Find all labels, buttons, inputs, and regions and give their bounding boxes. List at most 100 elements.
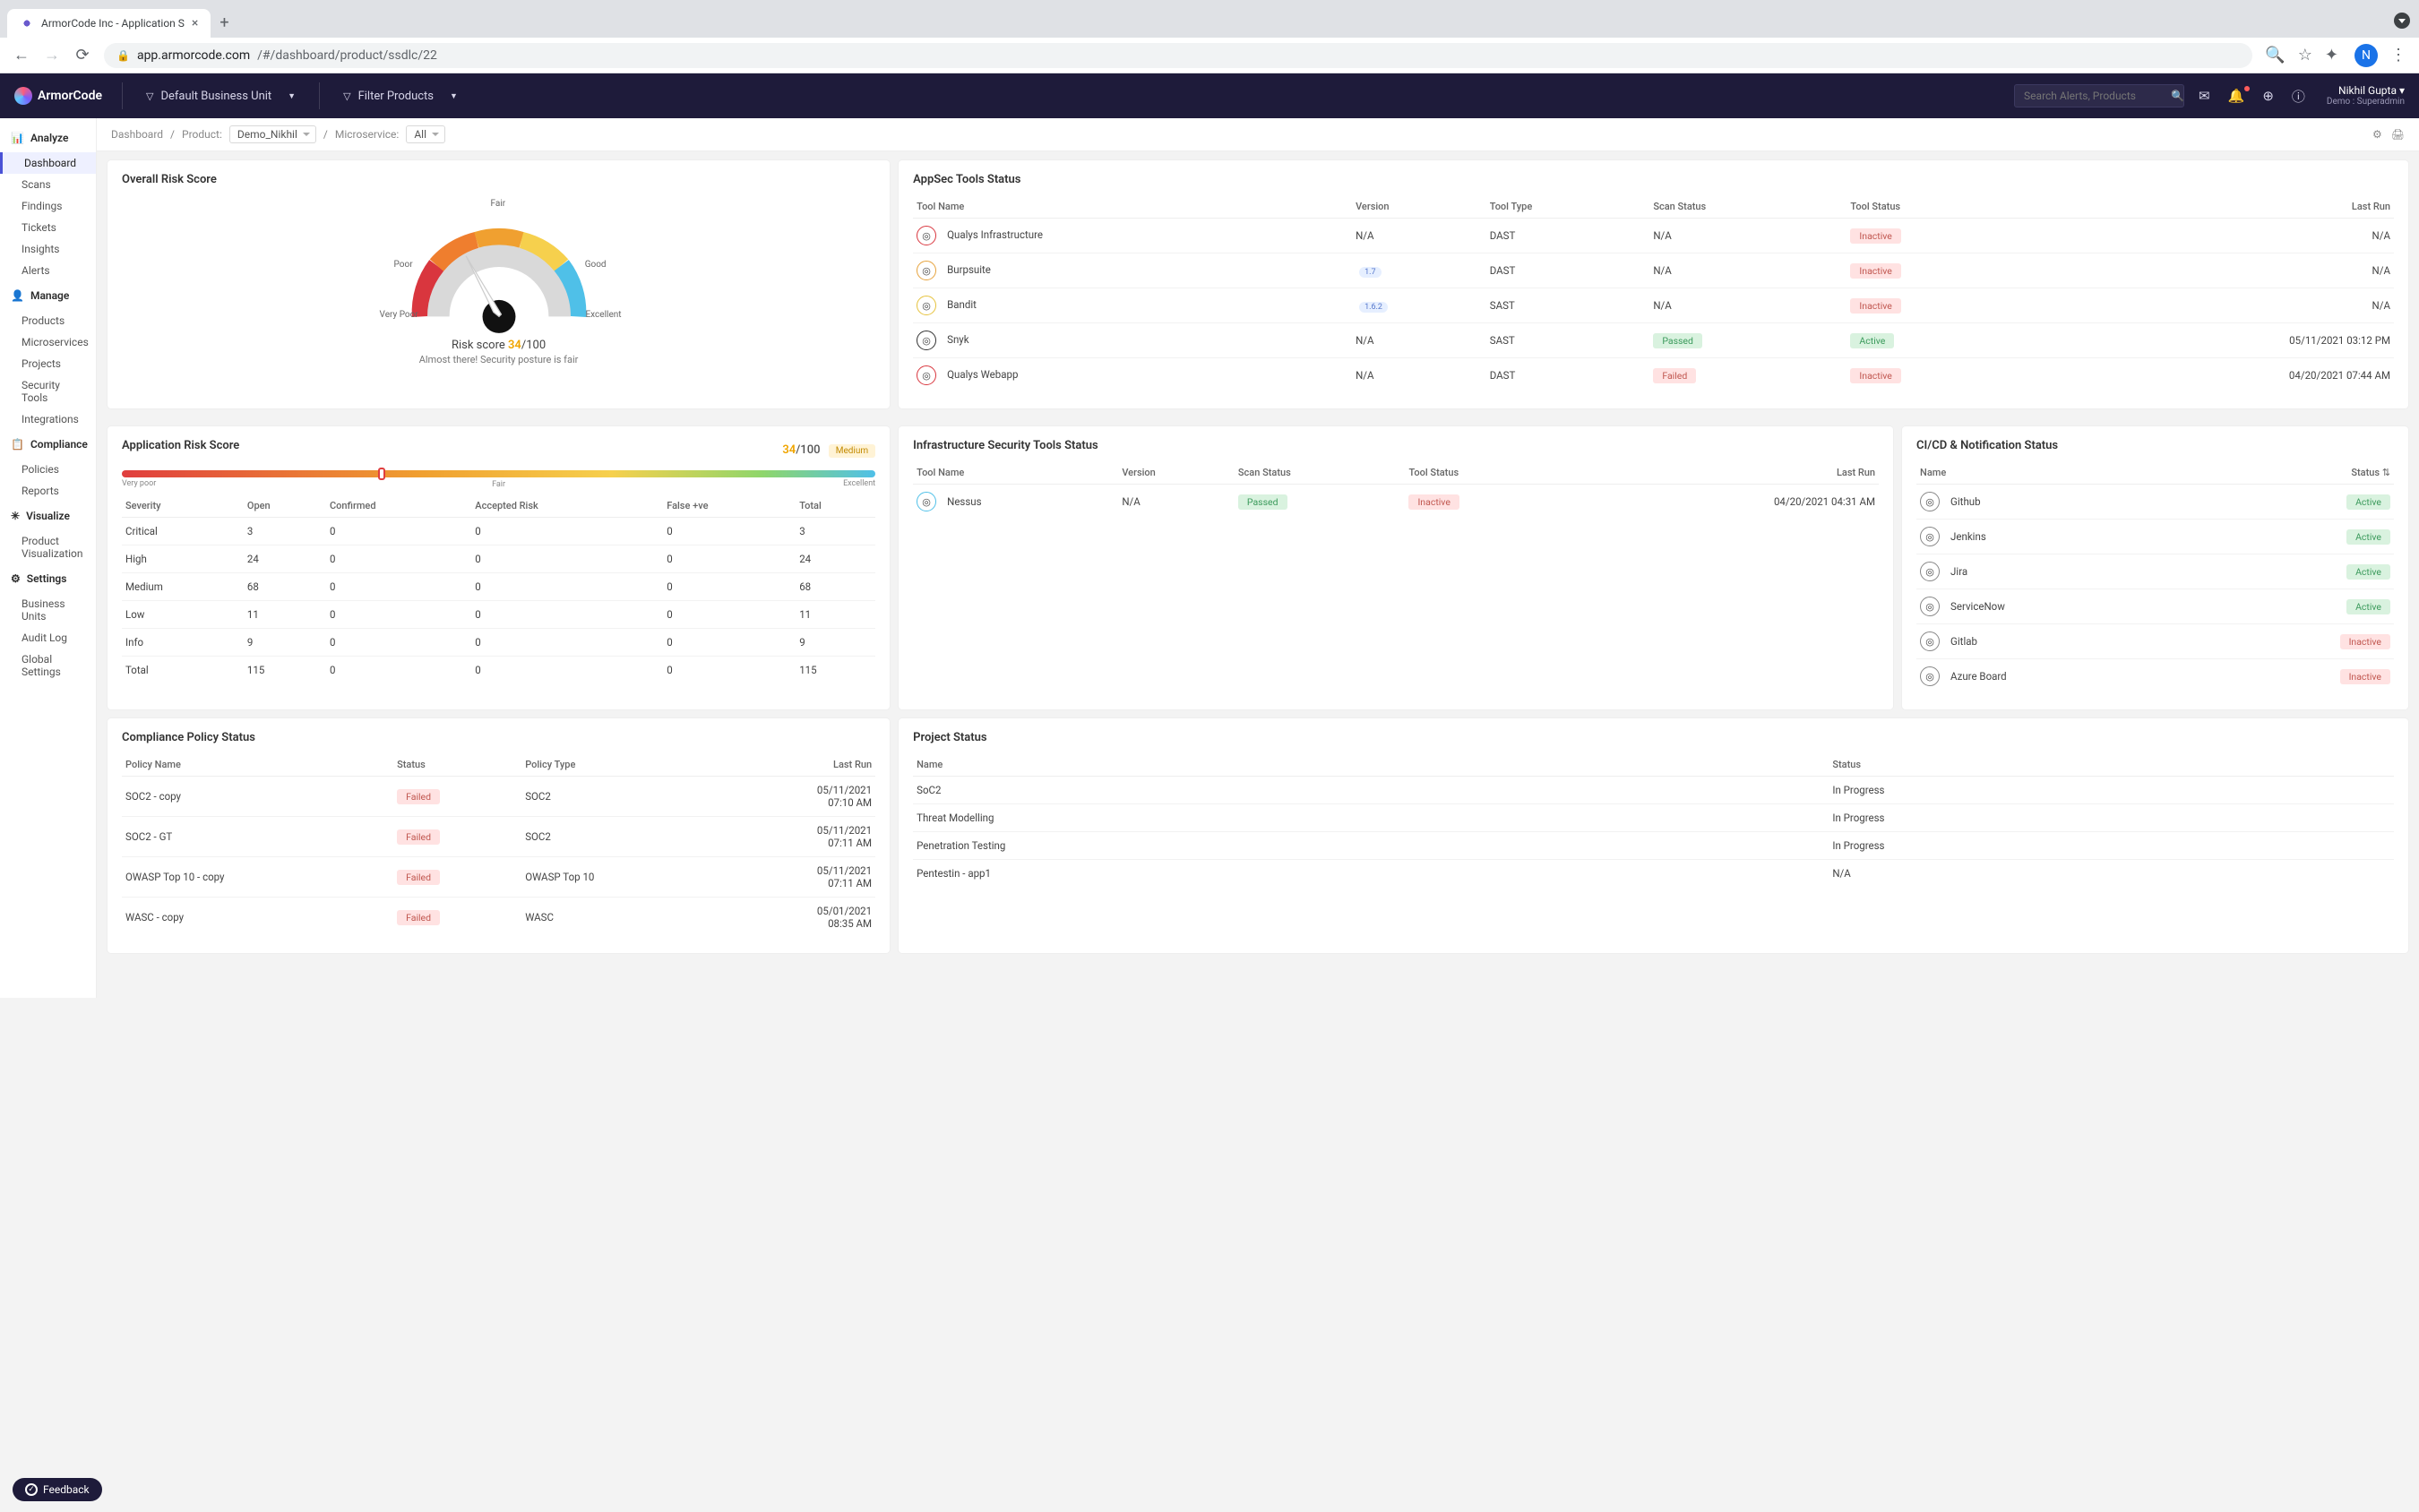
table-row[interactable]: OWASP Top 10 - copyFailedOWASP Top 1005/… (122, 857, 875, 898)
forward-button[interactable]: → (43, 46, 61, 64)
back-button[interactable]: ← (13, 46, 30, 64)
column-header[interactable]: Tool Status (1847, 195, 2036, 219)
sidebar-item-security-tools[interactable]: Security Tools (0, 374, 96, 408)
sidebar-item-business-units[interactable]: Business Units (0, 593, 96, 627)
column-header[interactable]: Tool Name (913, 195, 1352, 219)
sidebar-item-products[interactable]: Products (0, 310, 96, 331)
table-row[interactable]: ◎NessusN/APassedInactive04/20/2021 04:31… (913, 485, 1879, 520)
brand-logo[interactable]: ArmorCode (14, 87, 102, 105)
sidebar-item-scans[interactable]: Scans (0, 174, 96, 195)
user-menu[interactable]: Nikhil Gupta ▾ Demo : Superadmin (2327, 84, 2405, 107)
sidebar-group-analyze[interactable]: 📊Analyze (0, 124, 96, 152)
table-row[interactable]: ◎JiraActive (1916, 554, 2394, 589)
column-header[interactable]: Tool Status (1405, 461, 1570, 485)
sidebar-group-compliance[interactable]: 📋Compliance (0, 430, 96, 459)
sidebar-item-reports[interactable]: Reports (0, 480, 96, 502)
microservice-select[interactable]: All (406, 125, 445, 143)
search-icon[interactable]: 🔍 (2171, 90, 2184, 102)
column-header[interactable]: Confirmed (326, 494, 471, 518)
column-header[interactable]: Severity (122, 494, 244, 518)
column-header[interactable]: Tool Name (913, 461, 1118, 485)
close-icon[interactable]: × (192, 16, 198, 30)
table-row[interactable]: ◎ServiceNowActive (1916, 589, 2394, 624)
column-header[interactable]: Scan Status (1235, 461, 1406, 485)
sidebar-item-integrations[interactable]: Integrations (0, 408, 96, 430)
feedback-button[interactable]: ✓ Feedback (13, 1478, 102, 1501)
help-icon[interactable]: ⊕ (2259, 88, 2277, 104)
search-input[interactable] (2024, 90, 2164, 102)
sidebar-group-manage[interactable]: 👤Manage (0, 281, 96, 310)
bell-icon[interactable]: 🔔 (2225, 88, 2249, 104)
table-row[interactable]: ◎Qualys WebappN/ADASTFailedInactive04/20… (913, 358, 2394, 393)
policy-link[interactable]: WASC - copy (122, 898, 393, 938)
zoom-icon[interactable]: 🔍 (2265, 46, 2285, 64)
gear-icon[interactable]: ⚙ (2372, 128, 2382, 141)
global-search[interactable]: 🔍 (2014, 84, 2184, 107)
sidebar-item-projects[interactable]: Projects (0, 353, 96, 374)
reload-button[interactable]: ⟳ (73, 46, 91, 64)
print-icon[interactable]: 🖨 (2391, 128, 2405, 141)
info-icon[interactable]: ⓘ (2288, 87, 2309, 106)
breadcrumb-root[interactable]: Dashboard (111, 128, 163, 141)
table-row[interactable]: Threat ModellingIn Progress (913, 804, 2394, 832)
table-row[interactable]: ◎JenkinsActive (1916, 520, 2394, 554)
address-bar[interactable]: 🔒 app.armorcode.com/#/dashboard/product/… (104, 43, 2252, 68)
column-header[interactable]: False +ve (663, 494, 796, 518)
table-row[interactable]: ◎Qualys InfrastructureN/ADASTN/AInactive… (913, 219, 2394, 253)
policy-link[interactable]: OWASP Top 10 - copy (122, 857, 393, 898)
sidebar-item-policies[interactable]: Policies (0, 459, 96, 480)
table-row[interactable]: SOC2 - copyFailedSOC205/11/202107:10 AM (122, 777, 875, 817)
column-header[interactable]: Version (1118, 461, 1235, 485)
sidebar-item-product-visualization[interactable]: Product Visualization (0, 530, 96, 564)
column-header[interactable]: Version (1352, 195, 1486, 219)
product-select[interactable]: Demo_Nikhil (229, 125, 316, 143)
sidebar-item-dashboard[interactable]: Dashboard (0, 152, 96, 174)
sidebar-group-settings[interactable]: ⚙Settings (0, 564, 96, 593)
column-header[interactable]: Status (393, 753, 521, 777)
business-unit-filter[interactable]: ▽ Default Business Unit ▼ (133, 90, 308, 103)
column-header[interactable]: Policy Type (521, 753, 717, 777)
column-header[interactable]: Open (244, 494, 326, 518)
sidebar-item-microservices[interactable]: Microservices (0, 331, 96, 353)
sidebar-item-audit-log[interactable]: Audit Log (0, 627, 96, 649)
column-header[interactable]: Accepted Risk (471, 494, 663, 518)
kebab-menu-icon[interactable]: ⋮ (2390, 46, 2406, 64)
column-header[interactable]: Last Run (717, 753, 875, 777)
column-header[interactable]: Last Run (1570, 461, 1879, 485)
sidebar-item-alerts[interactable]: Alerts (0, 260, 96, 281)
column-header[interactable]: Last Run (2036, 195, 2394, 219)
mail-icon[interactable]: ✉ (2195, 88, 2214, 104)
table-row[interactable]: Pentestin - app1N/A (913, 860, 2394, 888)
sidebar-item-findings[interactable]: Findings (0, 195, 96, 217)
column-header[interactable]: Tool Type (1486, 195, 1650, 219)
column-header[interactable]: Scan Status (1649, 195, 1847, 219)
policy-link[interactable]: SOC2 - GT (122, 817, 393, 857)
profile-menu-icon[interactable] (2394, 13, 2410, 29)
sidebar-item-insights[interactable]: Insights (0, 238, 96, 260)
sidebar-item-global-settings[interactable]: Global Settings (0, 649, 96, 683)
table-row[interactable]: SOC2 - GTFailedSOC205/11/202107:11 AM (122, 817, 875, 857)
column-header[interactable]: Policy Name (122, 753, 393, 777)
sidebar-group-visualize[interactable]: ✳Visualize (0, 502, 96, 530)
table-row[interactable]: Penetration TestingIn Progress (913, 832, 2394, 860)
extensions-icon[interactable]: ✦ (2325, 46, 2338, 64)
browser-tab[interactable]: ArmorCode Inc - Application S × (7, 9, 211, 38)
policy-link[interactable]: SOC2 - copy (122, 777, 393, 817)
table-row[interactable]: ◎Burpsuite1.7DASTN/AInactiveN/A (913, 253, 2394, 288)
sidebar-item-tickets[interactable]: Tickets (0, 217, 96, 238)
products-filter[interactable]: ▽ Filter Products ▼ (331, 90, 470, 103)
col-status[interactable]: Status ⇅ (2212, 461, 2394, 485)
table-row[interactable]: ◎GithubActive (1916, 485, 2394, 520)
table-row[interactable]: ◎Azure BoardInactive (1916, 659, 2394, 694)
table-row[interactable]: ◎SnykN/ASASTPassedActive05/11/2021 03:12… (913, 323, 2394, 358)
column-header[interactable]: Status (1829, 753, 2394, 777)
bookmark-icon[interactable]: ☆ (2298, 46, 2312, 64)
column-header[interactable]: Name (913, 753, 1829, 777)
table-row[interactable]: SoC2In Progress (913, 777, 2394, 804)
avatar[interactable]: N (2354, 44, 2378, 67)
table-row[interactable]: WASC - copyFailedWASC05/01/202108:35 AM (122, 898, 875, 938)
new-tab-button[interactable]: + (220, 13, 228, 32)
table-row[interactable]: ◎GitlabInactive (1916, 624, 2394, 659)
column-header[interactable]: Total (796, 494, 875, 518)
table-row[interactable]: ◎Bandit1.6.2SASTN/AInactiveN/A (913, 288, 2394, 323)
